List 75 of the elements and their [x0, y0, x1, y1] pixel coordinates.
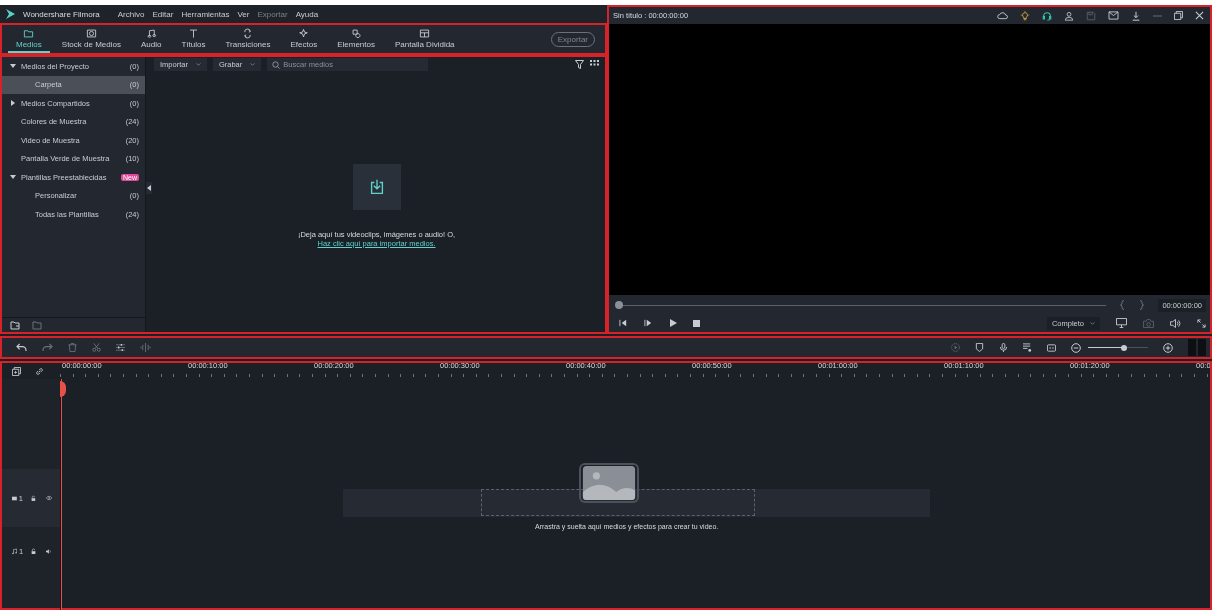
zoom-in-icon[interactable]	[1163, 342, 1173, 353]
eye-icon[interactable]	[45, 495, 52, 501]
lock-icon[interactable]	[31, 547, 37, 555]
zoom-slider[interactable]	[1088, 343, 1148, 352]
music-note-icon	[12, 547, 18, 555]
grid-view-icon[interactable]	[590, 60, 599, 69]
mark-out-icon[interactable]	[1139, 300, 1145, 310]
collapse-panel-handle[interactable]	[146, 182, 152, 194]
user-icon[interactable]	[1064, 10, 1074, 21]
tab[interactable]: Pantalla Dividida	[386, 25, 463, 53]
text-icon	[187, 27, 199, 39]
import-button[interactable]	[352, 164, 401, 210]
add-track-icon[interactable]	[12, 366, 21, 376]
image-placeholder-icon	[581, 465, 637, 501]
collapse-arrow-icon[interactable]	[10, 174, 16, 181]
video-track-icon	[12, 495, 17, 501]
music-list-icon[interactable]	[1023, 343, 1032, 352]
marker-icon[interactable]	[975, 343, 984, 352]
filter-icon[interactable]	[575, 60, 584, 69]
image-folder-icon	[85, 27, 97, 39]
folder-icon	[23, 27, 35, 39]
subtitle-icon[interactable]	[1047, 343, 1056, 352]
zoom-out-icon[interactable]	[1071, 342, 1081, 353]
headset-icon[interactable]	[1042, 10, 1052, 21]
tab[interactable]: Títulos	[173, 25, 214, 53]
link-icon[interactable]	[35, 366, 44, 376]
tab[interactable]: Efectos	[282, 25, 326, 53]
menu-item[interactable]: Archivo	[117, 9, 145, 19]
audio-split-icon[interactable]	[140, 343, 151, 352]
microphone-icon[interactable]	[999, 343, 1008, 352]
tab[interactable]: Audio	[132, 25, 170, 53]
new-folder-icon[interactable]	[10, 320, 20, 330]
undo-icon[interactable]	[16, 343, 27, 352]
app-logo-icon	[6, 9, 15, 19]
redo-icon[interactable]	[42, 343, 53, 352]
app-name: Wondershare Filmora	[23, 9, 100, 19]
download-icon[interactable]	[1131, 10, 1141, 21]
stop-icon[interactable]	[693, 319, 700, 327]
shapes-icon	[350, 27, 362, 39]
delete-icon[interactable]	[68, 343, 77, 352]
tab[interactable]: Transiciones	[217, 25, 279, 53]
caret-icon	[195, 63, 201, 66]
fullscreen-icon[interactable]	[1197, 318, 1206, 328]
cloud-icon[interactable]	[997, 11, 1008, 20]
sparkle-icon	[298, 27, 310, 39]
caret-icon	[250, 63, 256, 66]
monitor-icon[interactable]	[1116, 318, 1127, 328]
previous-frame-icon[interactable]	[619, 319, 628, 327]
play-icon[interactable]	[669, 319, 677, 327]
split-screen-icon	[419, 27, 431, 39]
mail-icon[interactable]	[1108, 11, 1119, 20]
tab[interactable]: Stock de Medios	[53, 25, 129, 53]
tab[interactable]: Medios	[8, 25, 50, 53]
menu-item[interactable]: Ayuda	[295, 9, 319, 19]
restore-icon[interactable]	[1174, 11, 1183, 20]
next-frame-icon[interactable]	[644, 319, 653, 327]
menu-item[interactable]: Editar	[152, 9, 174, 19]
lock-icon[interactable]	[31, 494, 36, 502]
caret-icon	[1090, 321, 1095, 325]
expand-arrow-icon[interactable]	[10, 100, 16, 107]
transition-icon	[242, 27, 254, 39]
volume-icon[interactable]	[1170, 318, 1181, 328]
lightbulb-icon[interactable]	[1020, 10, 1030, 21]
speaker-icon[interactable]	[46, 547, 52, 555]
music-icon	[145, 27, 157, 39]
adjust-icon[interactable]	[116, 343, 125, 352]
cut-icon[interactable]	[92, 343, 101, 352]
menu-item[interactable]: Ver	[237, 9, 250, 19]
mark-in-icon[interactable]	[1120, 300, 1126, 310]
search-icon	[272, 61, 281, 69]
tab[interactable]: Elementos	[329, 25, 383, 53]
collapse-arrow-icon[interactable]	[10, 63, 16, 70]
menu-item[interactable]: Herramientas	[181, 9, 230, 19]
close-icon[interactable]	[1195, 11, 1204, 20]
audio-meter	[1188, 339, 1206, 356]
